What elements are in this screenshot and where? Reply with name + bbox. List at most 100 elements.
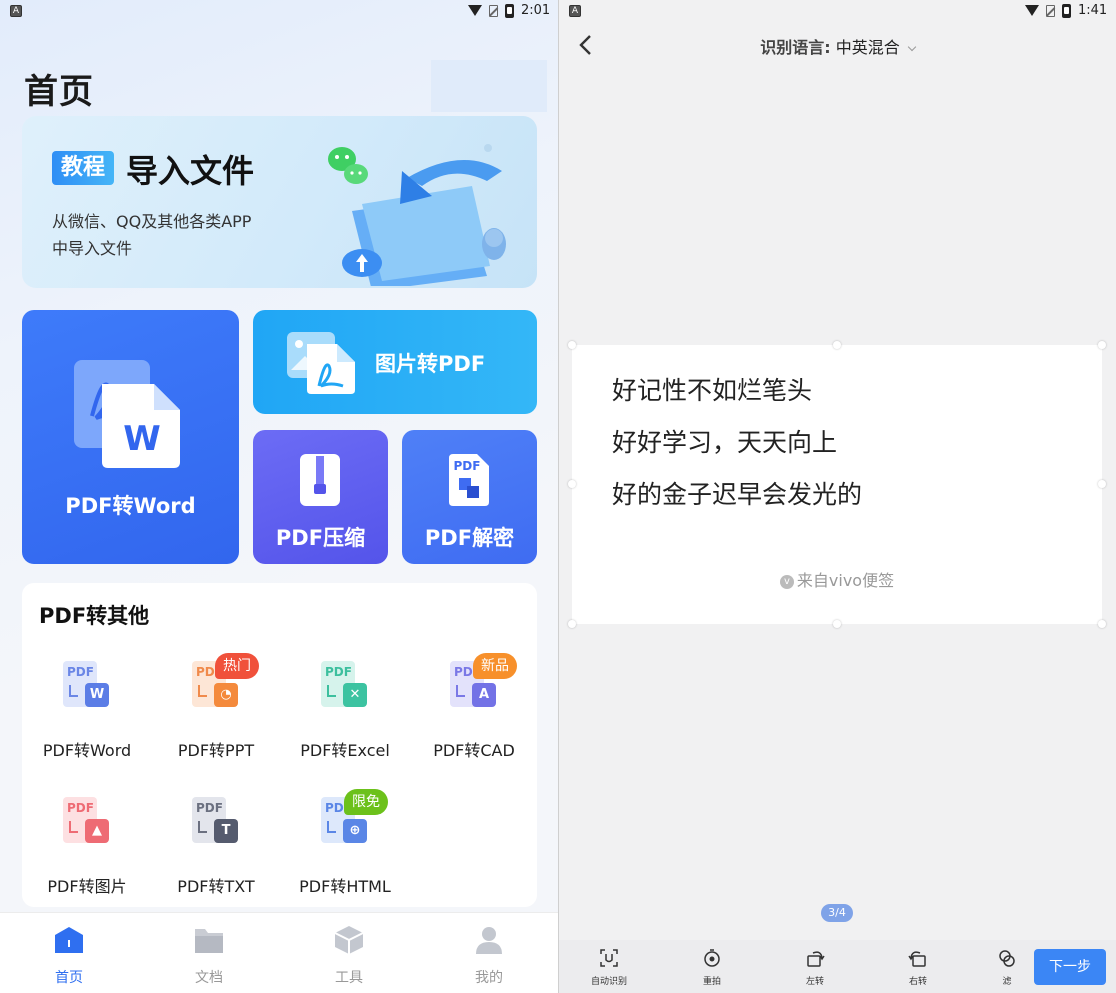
pdf-convert-section: PDF转其他 PDF W PDF转Word PDF ◔ 热门 PDF转PPT P… bbox=[22, 583, 537, 907]
page-indicator: 3/4 bbox=[821, 904, 853, 922]
banner-headline: 导入文件 bbox=[126, 152, 255, 190]
pdf-to-txt-icon: PDF T bbox=[188, 795, 244, 851]
source-text: 来自vivo便签 bbox=[796, 571, 895, 590]
pdf-to-word-icon: W bbox=[74, 360, 180, 468]
crop-handle-top-right[interactable] bbox=[1098, 341, 1106, 349]
home-icon bbox=[55, 927, 83, 953]
tool-pdf-to-excel[interactable]: PDF ✕ PDF转Excel bbox=[280, 659, 410, 761]
page-title: 首页 bbox=[24, 72, 94, 112]
status-time: 1:41 bbox=[1078, 3, 1108, 18]
qq-icon bbox=[482, 228, 506, 260]
tool-label: PDF转HTML bbox=[299, 877, 391, 896]
rotate-right-icon bbox=[908, 951, 926, 967]
next-step-button[interactable]: 下一步 bbox=[1034, 949, 1106, 985]
tool-label: PDF转Excel bbox=[300, 741, 390, 760]
tool-label: PDF转Word bbox=[42, 741, 132, 760]
banner-desc-line2: 中导入文件 bbox=[52, 239, 133, 258]
language-label: 识别语言: bbox=[760, 38, 831, 57]
auto-detect-icon bbox=[600, 949, 618, 967]
toolbar-label: 重拍 bbox=[702, 977, 721, 987]
header-placeholder bbox=[431, 60, 547, 112]
no-sim-icon bbox=[489, 4, 498, 17]
pdf-decrypt-icon: PDF bbox=[449, 454, 489, 506]
pdf-compress-card[interactable]: PDF压缩 bbox=[253, 430, 388, 564]
scanned-line-3: 好的金子迟早会发光的 bbox=[612, 480, 863, 509]
crop-handle-right[interactable] bbox=[1098, 480, 1106, 488]
retake-icon bbox=[704, 949, 720, 967]
tool-pdf-to-word[interactable]: PDF W PDF转Word bbox=[22, 659, 152, 761]
language-selector[interactable]: 识别语言: 中英混合 bbox=[559, 34, 1116, 58]
import-illustration bbox=[328, 144, 506, 286]
banner-desc-line1: 从微信、QQ及其他各类APP bbox=[52, 212, 252, 231]
toolbar-label: 自动识别 bbox=[590, 977, 627, 987]
section-title: PDF转其他 bbox=[39, 604, 150, 628]
status-bar: A 1:41 bbox=[559, 0, 1116, 26]
scan-preview-screen: A 1:41 识别语言: 中英混合 好记性不如烂笔头 好好学习，天天向上 好的金… bbox=[559, 0, 1116, 993]
status-icons: 2:01 bbox=[468, 3, 550, 18]
rotate-right-button[interactable]: 右转 bbox=[888, 948, 948, 987]
tab-documents[interactable]: 文档 bbox=[174, 925, 244, 987]
image-to-pdf-icon bbox=[287, 332, 355, 394]
crop-handle-bottom-right[interactable] bbox=[1098, 620, 1106, 628]
notification-icon: A bbox=[569, 5, 581, 17]
toolbar-label: 右转 bbox=[908, 977, 927, 987]
scanned-line-2: 好好学习，天天向上 bbox=[612, 428, 838, 457]
import-tutorial-banner[interactable]: 教程 导入文件 从微信、QQ及其他各类APP 中导入文件 bbox=[22, 116, 537, 288]
tab-home[interactable]: 首页 bbox=[34, 925, 104, 987]
auto-detect-button[interactable]: 自动识别 bbox=[579, 948, 639, 987]
tool-pdf-to-html[interactable]: PDF ⊕ 限免 PDF转HTML bbox=[280, 789, 410, 897]
edit-toolbar: 自动识别 重拍 左转 右转 滤 下一步 bbox=[559, 940, 1116, 993]
free-badge: 限免 bbox=[344, 789, 388, 815]
person-icon bbox=[476, 927, 502, 954]
tab-label: 我的 bbox=[475, 970, 503, 986]
pdf-to-word-label: PDF转Word bbox=[65, 494, 196, 518]
source-note: v 来自vivo便签 bbox=[572, 567, 1102, 591]
filter-button[interactable]: 滤 bbox=[989, 948, 1025, 987]
retake-button[interactable]: 重拍 bbox=[682, 948, 742, 987]
tool-pdf-to-image[interactable]: PDF ▲ PDF转图片 bbox=[22, 795, 152, 897]
tool-label: PDF转图片 bbox=[47, 877, 127, 896]
cube-icon bbox=[334, 926, 364, 954]
folder-icon bbox=[195, 929, 223, 953]
crop-handle-bottom-left[interactable] bbox=[568, 620, 576, 628]
image-to-pdf-label: 图片转PDF bbox=[375, 352, 486, 376]
pdf-decrypt-card[interactable]: PDF PDF解密 bbox=[402, 430, 537, 564]
tool-pdf-to-txt[interactable]: PDF T PDF转TXT bbox=[151, 795, 281, 897]
crop-handle-top-left[interactable] bbox=[568, 341, 576, 349]
crop-handle-bottom[interactable] bbox=[833, 620, 841, 628]
crop-handle-left[interactable] bbox=[568, 480, 576, 488]
rotate-left-button[interactable]: 左转 bbox=[785, 948, 845, 987]
tab-label: 首页 bbox=[55, 970, 83, 986]
tool-label: PDF转CAD bbox=[433, 741, 515, 760]
battery-icon bbox=[1062, 3, 1071, 18]
home-screen: A 2:01 首页 教程 导入文件 从微信、QQ及其他各类APP 中导入文件 W… bbox=[0, 0, 558, 993]
battery-icon bbox=[505, 3, 514, 18]
wifi-icon bbox=[1025, 5, 1039, 16]
toolbar-label: 左转 bbox=[805, 977, 824, 987]
scanned-line-1: 好记性不如烂笔头 bbox=[612, 376, 813, 405]
hot-badge: 热门 bbox=[215, 653, 259, 679]
tool-pdf-to-ppt[interactable]: PDF ◔ 热门 PDF转PPT bbox=[151, 653, 281, 761]
upload-cloud-icon bbox=[342, 249, 382, 277]
tool-label: PDF转TXT bbox=[177, 877, 255, 896]
wechat-icon bbox=[328, 147, 368, 184]
pdf-decrypt-label: PDF解密 bbox=[424, 526, 515, 550]
toolbar-label: 滤 bbox=[1002, 977, 1012, 987]
crop-handle-top[interactable] bbox=[833, 341, 841, 349]
pdf-compress-label: PDF压缩 bbox=[275, 526, 366, 550]
zip-file-icon bbox=[300, 454, 340, 506]
notification-icon: A bbox=[10, 5, 22, 17]
status-icons: 1:41 bbox=[1025, 3, 1107, 18]
tab-mine[interactable]: 我的 bbox=[454, 925, 524, 987]
bottom-tab-bar: 首页 文档 工具 我的 bbox=[0, 912, 558, 993]
image-to-pdf-card[interactable]: 图片转PDF bbox=[253, 310, 537, 414]
no-sim-icon bbox=[1046, 4, 1055, 17]
banner-description: 从微信、QQ及其他各类APP 中导入文件 bbox=[52, 208, 292, 262]
pdf-to-image-icon: PDF ▲ bbox=[59, 795, 115, 851]
tab-tools[interactable]: 工具 bbox=[314, 925, 384, 987]
pdf-to-word-card[interactable]: W PDF转Word bbox=[22, 310, 239, 564]
filter-icon bbox=[999, 950, 1015, 967]
svg-text:PDF: PDF bbox=[454, 459, 481, 473]
pdf-to-excel-icon: PDF ✕ bbox=[317, 659, 373, 715]
tool-pdf-to-cad[interactable]: PDF A 新品 PDF转CAD bbox=[409, 653, 539, 761]
